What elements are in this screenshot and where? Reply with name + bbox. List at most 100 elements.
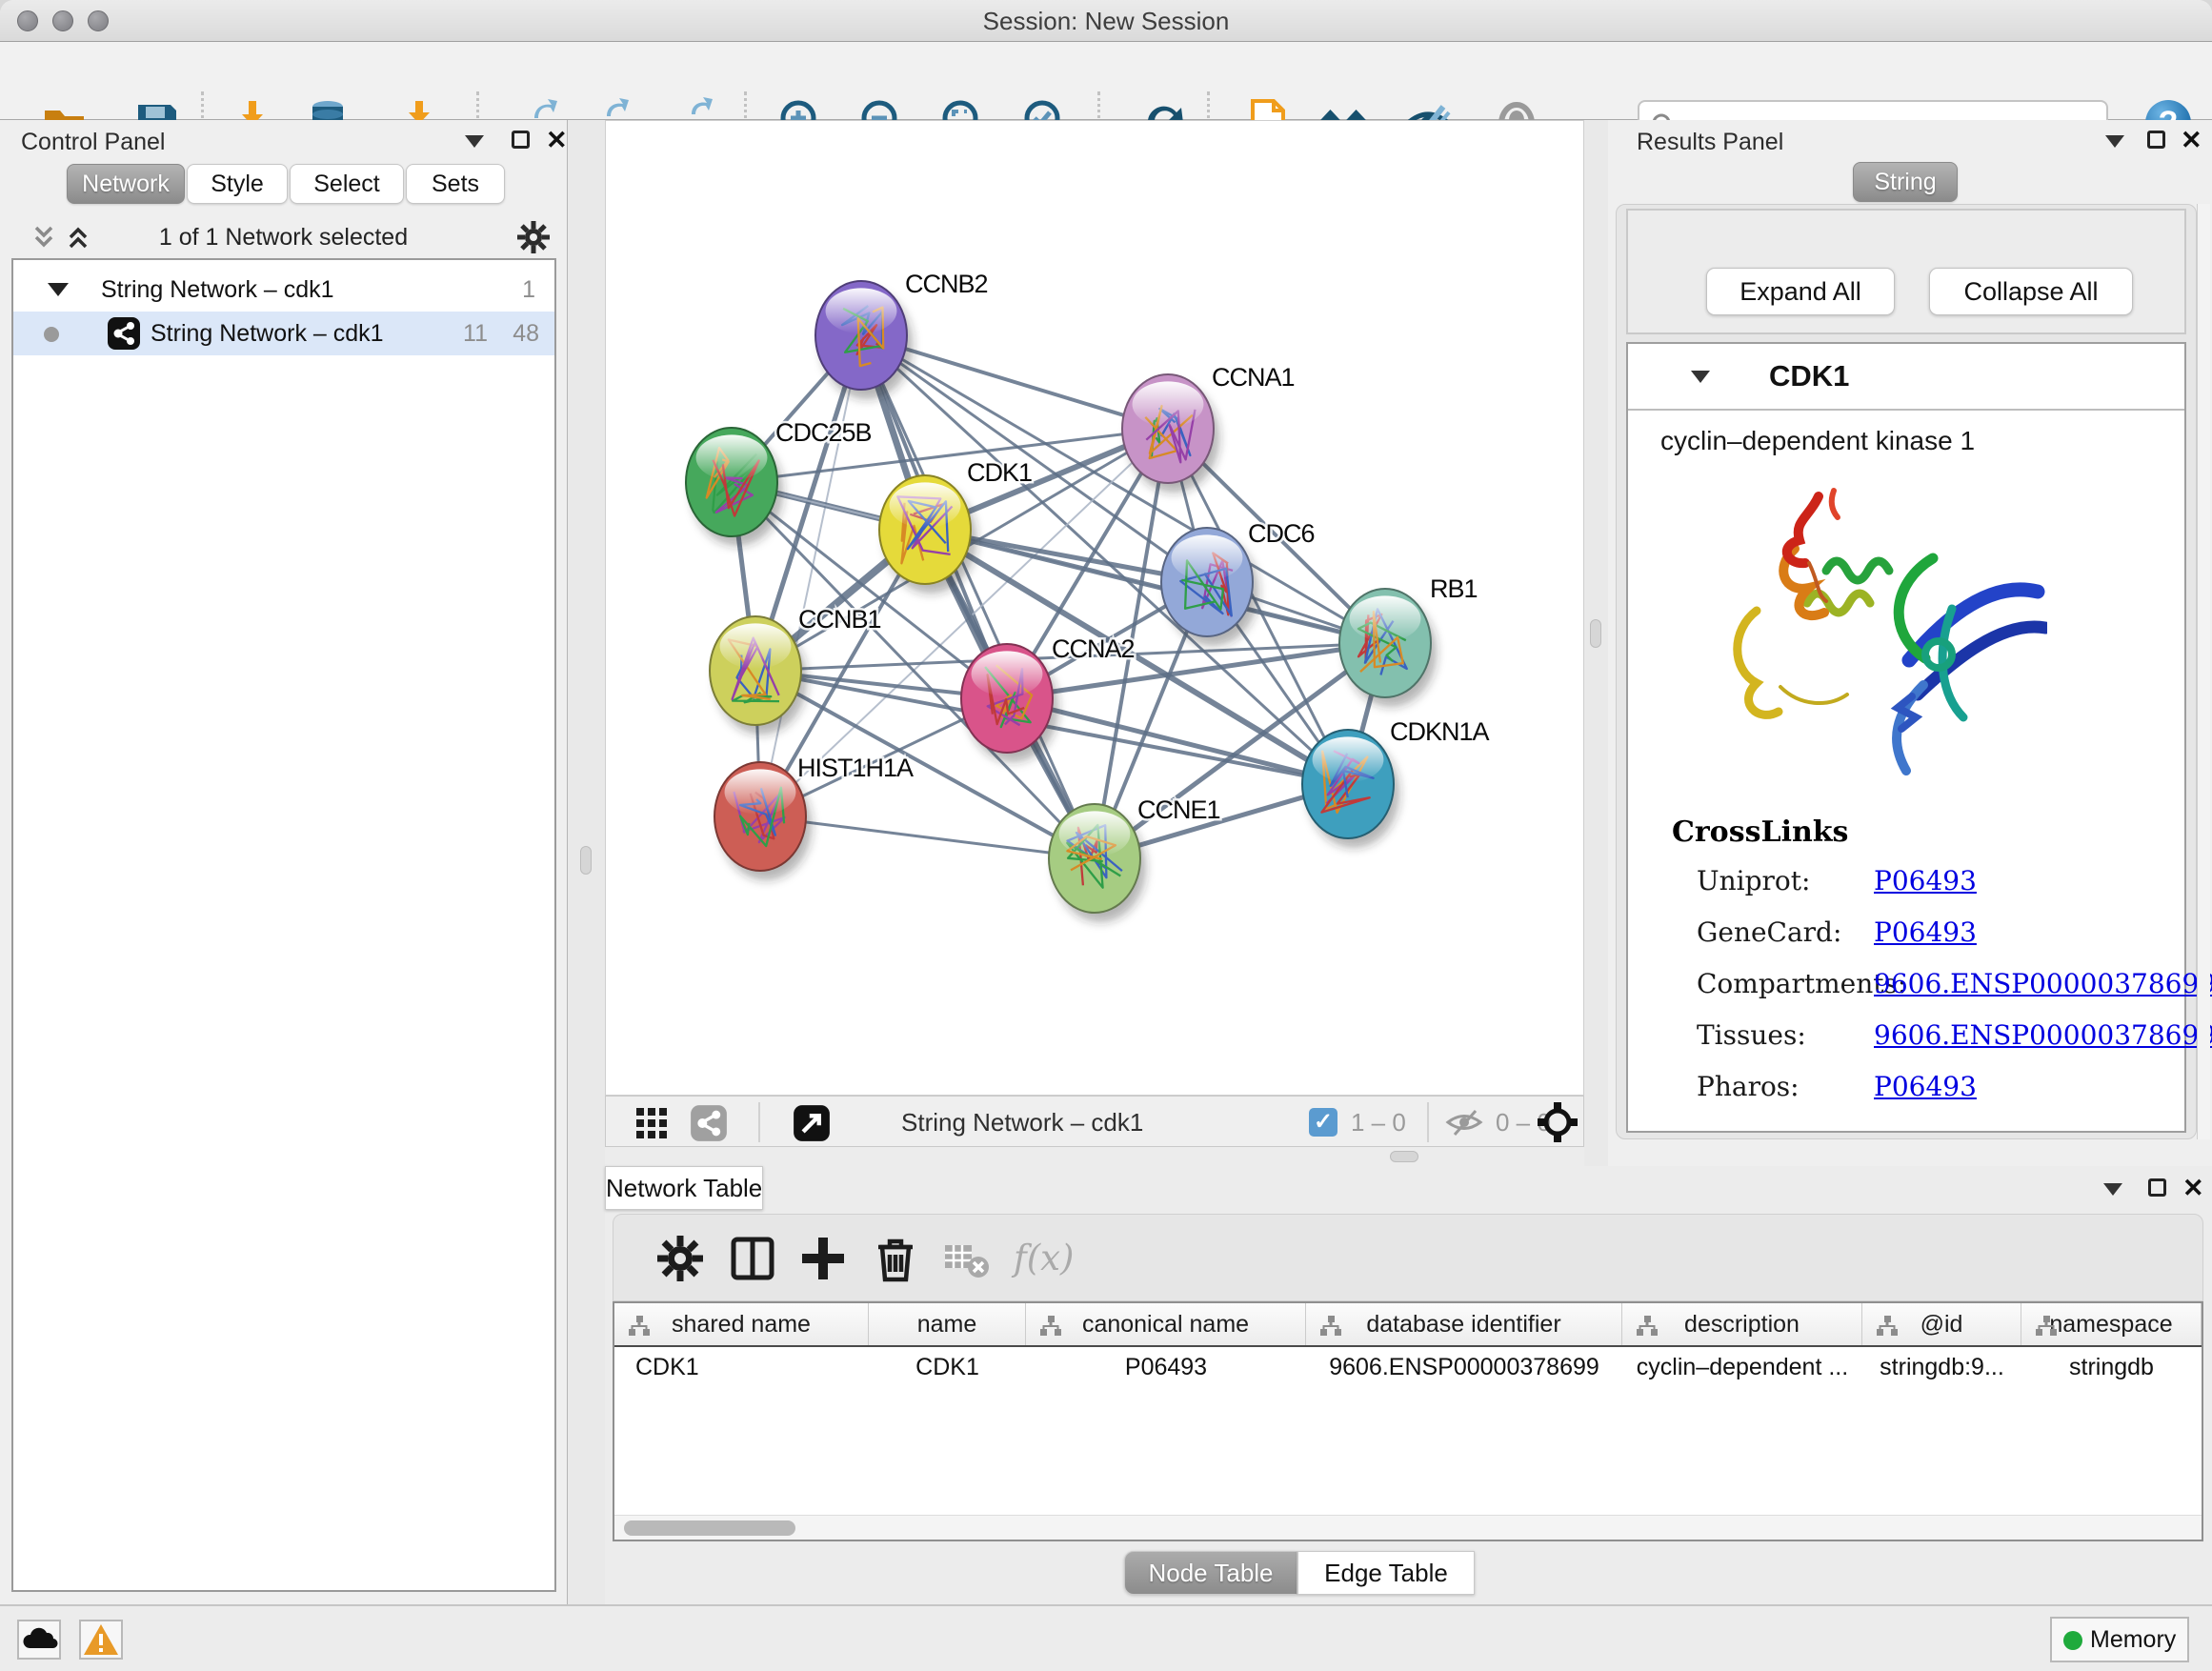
- network-collection-row[interactable]: String Network – cdk1 1: [13, 268, 554, 312]
- show-columns-icon[interactable]: [726, 1232, 779, 1285]
- network-share-icon: [107, 316, 141, 351]
- panel-float-icon[interactable]: [2147, 131, 2165, 149]
- network-edge-CCNB2-HIST1H1A[interactable]: [760, 335, 861, 816]
- network-row-selected[interactable]: String Network – cdk1 11 48: [13, 312, 554, 355]
- delete-table-icon: [939, 1232, 993, 1285]
- panel-float-icon[interactable]: [512, 131, 530, 149]
- crosslinks-title: CrossLinks: [1672, 815, 1848, 849]
- tab-edge-table[interactable]: Edge Table: [1297, 1551, 1475, 1595]
- column-header--id[interactable]: @id: [1862, 1303, 2021, 1345]
- tree-expand-icon[interactable]: [48, 283, 69, 296]
- crosslink-row: Pharos: P06493: [1628, 1071, 2184, 1109]
- table-header-row: shared namename canonical name database id…: [614, 1303, 2202, 1347]
- expand-collapse-bar: Expand All Collapse All: [1626, 209, 2186, 334]
- column-namespace-icon: [1319, 1315, 1342, 1338]
- protein-card-header[interactable]: CDK1: [1628, 344, 2184, 411]
- function-builder-icon: f(x): [1014, 1232, 1099, 1285]
- network-collection-count: 1: [522, 276, 535, 304]
- panel-close-icon[interactable]: ✕: [546, 131, 568, 150]
- column-header-label: canonical name: [1082, 1311, 1249, 1339]
- node-label-CCNB2: CCNB2: [905, 270, 988, 298]
- table-cell[interactable]: CDK1: [869, 1347, 1026, 1387]
- column-header-shared-name[interactable]: shared name: [614, 1303, 869, 1345]
- open-view-icon[interactable]: [793, 1104, 831, 1142]
- table-horizontal-scrollbar[interactable]: [614, 1515, 2202, 1540]
- tab-sets[interactable]: Sets: [406, 164, 505, 204]
- crosslink-row: Uniprot:P06493: [1628, 865, 2184, 903]
- table-cell[interactable]: stringdb:9...: [1862, 1347, 2021, 1387]
- node-label-RB1: RB1: [1430, 574, 1478, 603]
- network-svg: CCNB2CCNA1CDC25BCDK1CDC6RB1CCNB1CCNA2CDK…: [606, 121, 1583, 1095]
- panel-close-icon[interactable]: ✕: [2182, 1178, 2204, 1198]
- warning-button[interactable]: [79, 1620, 123, 1660]
- network-edge-count: 48: [513, 320, 539, 348]
- collapse-all-button[interactable]: Collapse All: [1929, 268, 2133, 315]
- table-cell[interactable]: 9606.ENSP00000378699: [1306, 1347, 1622, 1387]
- divider-left-handle[interactable]: [580, 846, 592, 875]
- node-gloss: [1172, 534, 1243, 580]
- node-label-CDKN1A: CDKN1A: [1390, 717, 1490, 746]
- add-column-icon[interactable]: [796, 1232, 850, 1285]
- network-selection-status: 1 of 1 Network selected: [0, 224, 567, 252]
- results-scrollbar[interactable]: [2197, 204, 2210, 1139]
- selected-count: 1 – 0: [1351, 1108, 1406, 1137]
- tab-string[interactable]: String: [1853, 162, 1958, 202]
- crosslink-link[interactable]: P06493: [1874, 1071, 1977, 1102]
- grid-view-icon[interactable]: [634, 1106, 669, 1140]
- table-cell[interactable]: cyclin–dependent ...: [1622, 1347, 1862, 1387]
- application-window: Session: New Session: [0, 0, 2212, 1671]
- table-cell[interactable]: CDK1: [614, 1347, 869, 1387]
- column-header-namespace[interactable]: namespace: [2021, 1303, 2202, 1345]
- tab-select[interactable]: Select: [290, 164, 404, 204]
- panel-close-icon[interactable]: ✕: [2181, 131, 2202, 150]
- tab-node-table[interactable]: Node Table: [1124, 1551, 1297, 1595]
- birds-eye-icon[interactable]: [1538, 1102, 1578, 1142]
- node-gloss: [1133, 381, 1204, 427]
- expand-all-button[interactable]: Expand All: [1706, 268, 1895, 315]
- crosslink-link[interactable]: 9606.ENSP00000378699: [1874, 1019, 2212, 1051]
- crosslink-link[interactable]: P06493: [1874, 916, 1977, 948]
- cloud-button[interactable]: [17, 1620, 61, 1660]
- network-share-gray-icon[interactable]: [690, 1104, 728, 1142]
- crosslink-label: Pharos:: [1697, 1071, 1800, 1102]
- divider-bottom-handle[interactable]: [1390, 1151, 1418, 1162]
- results-panel: Results Panel ✕ String Expand All Collap…: [1608, 120, 2212, 1166]
- panel-float-icon[interactable]: [2148, 1178, 2166, 1197]
- node-label-CCNA1: CCNA1: [1212, 363, 1295, 392]
- node-label-CDC25B: CDC25B: [775, 418, 872, 447]
- node-gloss: [972, 651, 1043, 696]
- panel-menu-icon[interactable]: [465, 135, 484, 148]
- panel-menu-icon[interactable]: [2103, 1183, 2122, 1196]
- column-namespace-icon: [1039, 1315, 1062, 1338]
- string-results-container: Expand All Collapse All CDK1 cyclin–depe…: [1616, 204, 2197, 1139]
- network-view-canvas[interactable]: CCNB2CCNA1CDC25BCDK1CDC6RB1CCNB1CCNA2CDK…: [605, 120, 1584, 1096]
- column-header-description[interactable]: description: [1622, 1303, 1862, 1345]
- crosslink-link[interactable]: P06493: [1874, 865, 1977, 896]
- crosslink-label: Tissues:: [1697, 1019, 1806, 1051]
- node-label-HIST1H1A: HIST1H1A: [797, 754, 914, 782]
- tab-network[interactable]: Network: [67, 164, 185, 204]
- table-cell[interactable]: stringdb: [2021, 1347, 2202, 1387]
- gear-icon[interactable]: [654, 1232, 707, 1285]
- tab-style[interactable]: Style: [187, 164, 288, 204]
- column-header-database-identifier[interactable]: database identifier: [1306, 1303, 1622, 1345]
- selected-checkbox-icon[interactable]: ✓: [1309, 1108, 1337, 1137]
- protein-name: CDK1: [1769, 359, 1849, 393]
- tab-network-table[interactable]: Network Table: [605, 1166, 763, 1210]
- delete-column-icon[interactable]: [869, 1232, 922, 1285]
- table-row[interactable]: CDK1CDK1P064939606.ENSP00000378699cyclin…: [614, 1347, 2202, 1387]
- divider-right-handle[interactable]: [1590, 619, 1601, 648]
- table-cell[interactable]: P06493: [1026, 1347, 1306, 1387]
- gear-icon[interactable]: [516, 220, 551, 254]
- node-gloss: [826, 288, 897, 333]
- panel-menu-icon[interactable]: [2105, 135, 2124, 148]
- status-bar: Memory: [0, 1604, 2212, 1671]
- toolbar-separator: [1427, 1102, 1429, 1142]
- collapse-section-icon[interactable]: [1691, 371, 1710, 383]
- network-tree: String Network – cdk1 1 String Network –…: [11, 258, 556, 1592]
- scrollbar-thumb[interactable]: [624, 1520, 795, 1536]
- column-header-canonical-name[interactable]: canonical name: [1026, 1303, 1306, 1345]
- column-header-name[interactable]: name: [869, 1303, 1026, 1345]
- memory-button[interactable]: Memory: [2050, 1617, 2189, 1662]
- crosslink-link[interactable]: 9606.ENSP00000378699: [1874, 968, 2212, 999]
